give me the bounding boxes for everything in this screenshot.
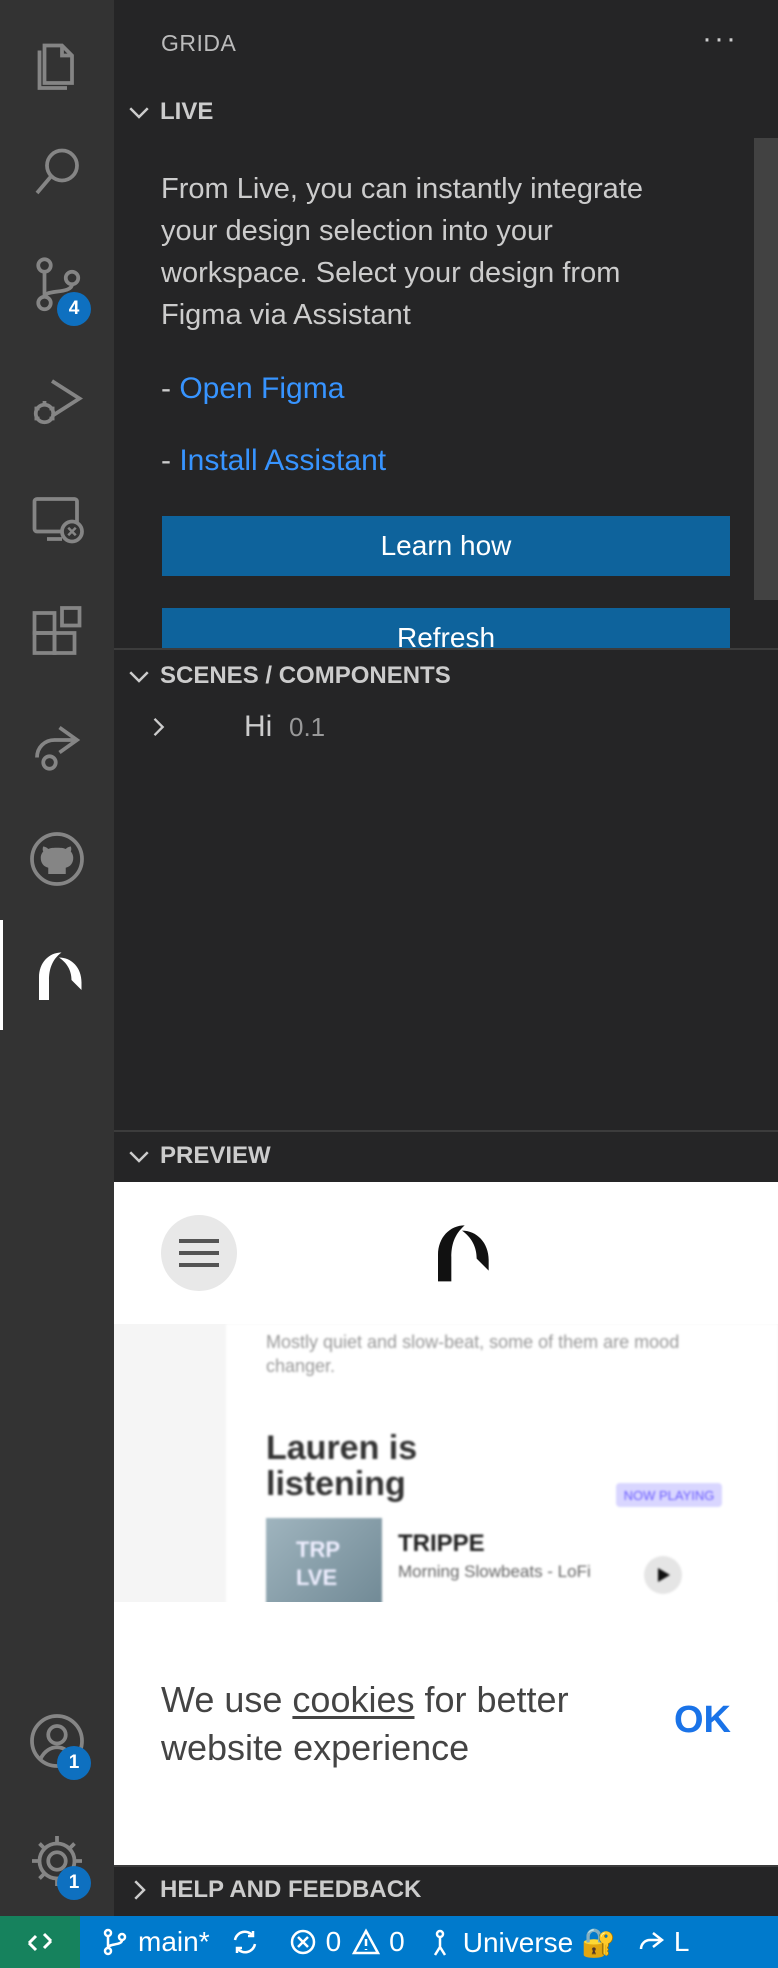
grida-button[interactable]	[0, 920, 114, 1030]
error-count: 0	[325, 1926, 342, 1957]
cookie-banner: We use cookies for better website experi…	[114, 1602, 778, 1865]
cookie-ok-button[interactable]: OK	[674, 1699, 731, 1742]
explorer-button[interactable]	[0, 8, 114, 118]
play-button[interactable]	[644, 1556, 682, 1594]
extensions-icon	[32, 606, 82, 655]
track-title: TRIPPE	[398, 1530, 485, 1557]
github-icon	[30, 832, 84, 886]
cookies-link[interactable]: cookies	[292, 1679, 414, 1720]
open-figma-line: - Open Figma	[161, 372, 344, 406]
menu-icon	[179, 1239, 219, 1267]
remote-explorer-icon	[32, 497, 84, 544]
track-subtitle: Morning Slowbeats - LoFi	[398, 1562, 591, 1581]
accounts-button[interactable]: 1	[0, 1686, 114, 1796]
hamburger-menu-button[interactable]	[161, 1215, 237, 1291]
run-debug-icon	[33, 379, 83, 425]
warning-icon	[352, 1928, 381, 1955]
install-assistant-line: - Install Assistant	[161, 444, 386, 478]
install-assistant-link[interactable]: Install Assistant	[179, 444, 386, 477]
live-section-header[interactable]: LIVE	[114, 90, 778, 134]
settings-button[interactable]: 1	[0, 1806, 114, 1916]
universe-label: Universe 🔐	[462, 1926, 616, 1958]
sidebar-title: GRIDA	[161, 30, 237, 56]
scenes-section-title: SCENES / COMPONENTS	[160, 662, 451, 689]
scene-version: 0.1	[289, 711, 326, 742]
preview-panel: Mostly quiet and slow-beat, some of them…	[114, 1182, 778, 1865]
open-figma-link[interactable]: Open Figma	[179, 372, 344, 405]
preview-heading: Lauren is listening	[266, 1429, 418, 1503]
preview-subtitle: Mostly quiet and slow-beat, some of them…	[266, 1332, 680, 1376]
chevron-down-icon	[129, 671, 149, 683]
grida-icon	[38, 952, 81, 1000]
live-share-status[interactable]: L	[636, 1916, 690, 1968]
search-button[interactable]	[0, 118, 114, 228]
warning-count: 0	[389, 1926, 405, 1957]
activity-bar: 4 1 1	[0, 0, 114, 1916]
grida-logo-icon	[438, 1225, 489, 1282]
branch-name: main*	[138, 1926, 210, 1957]
sync-icon	[233, 1930, 256, 1954]
live-section-title: LIVE	[160, 98, 214, 125]
now-playing-badge: NOW PLAYING	[616, 1483, 722, 1507]
files-icon	[37, 43, 74, 90]
status-bar: main* 0 0 Universe 🔐 L	[0, 1916, 778, 1968]
link-prefix: -	[161, 444, 180, 477]
cookie-prefix: We use	[161, 1679, 283, 1720]
preview-section-title: PREVIEW	[160, 1142, 271, 1169]
remote-explorer-button[interactable]	[0, 464, 114, 574]
chevron-down-icon	[129, 107, 149, 119]
sync-button[interactable]	[230, 1916, 268, 1968]
live-scrollbar[interactable]	[754, 138, 778, 600]
scene-name: Hi	[244, 710, 273, 743]
section-divider	[114, 1130, 778, 1132]
vscode-window: 4 1 1 GRIDA ··· LIVE From Live, you can …	[0, 0, 778, 1968]
live-share-icon	[639, 1932, 664, 1950]
help-section-title: HELP AND FEEDBACK	[160, 1876, 422, 1903]
branch-icon	[103, 1928, 127, 1956]
person-icon	[433, 1929, 446, 1956]
scenes-section-header[interactable]: SCENES / COMPONENTS	[114, 654, 778, 698]
preview-section-header[interactable]: PREVIEW	[114, 1134, 778, 1178]
source-control-button[interactable]: 4	[0, 228, 114, 338]
section-divider	[114, 648, 778, 650]
cookie-message: We use cookies for better website experi…	[161, 1676, 631, 1772]
remote-indicator-button[interactable]	[0, 1916, 80, 1968]
link-prefix: -	[161, 372, 180, 405]
error-icon	[290, 1929, 315, 1955]
live-share-label: L	[673, 1926, 690, 1957]
live-description: From Live, you can instantly integrate y…	[161, 173, 643, 331]
help-section-header[interactable]: HELP AND FEEDBACK	[114, 1868, 778, 1912]
chevron-right-icon	[153, 718, 165, 736]
chevron-right-icon	[134, 1880, 146, 1900]
live-share-button[interactable]	[0, 690, 114, 800]
chevron-down-icon	[129, 1151, 149, 1163]
section-divider	[114, 1865, 778, 1867]
sidebar: GRIDA ··· LIVE From Live, you can instan…	[114, 0, 778, 1916]
github-button[interactable]	[0, 804, 114, 914]
live-share-icon	[35, 725, 81, 771]
search-icon	[35, 148, 79, 195]
learn-how-button[interactable]: Learn how	[162, 516, 730, 576]
remote-icon	[27, 1932, 53, 1952]
scene-item[interactable]: Hi 0.1	[114, 702, 778, 752]
more-actions-button[interactable]: ···	[702, 22, 738, 56]
universe-indicator[interactable]: Universe 🔐	[425, 1916, 616, 1968]
source-control-badge: 4	[57, 292, 91, 326]
branch-indicator[interactable]: main*	[100, 1916, 210, 1968]
problems-indicator[interactable]: 0 0	[288, 1916, 405, 1968]
settings-badge: 1	[57, 1866, 91, 1900]
extensions-button[interactable]	[0, 578, 114, 688]
refresh-button[interactable]: Refresh	[162, 608, 730, 653]
play-icon	[658, 1568, 670, 1582]
run-debug-button[interactable]	[0, 346, 114, 456]
accounts-badge: 1	[57, 1746, 91, 1780]
